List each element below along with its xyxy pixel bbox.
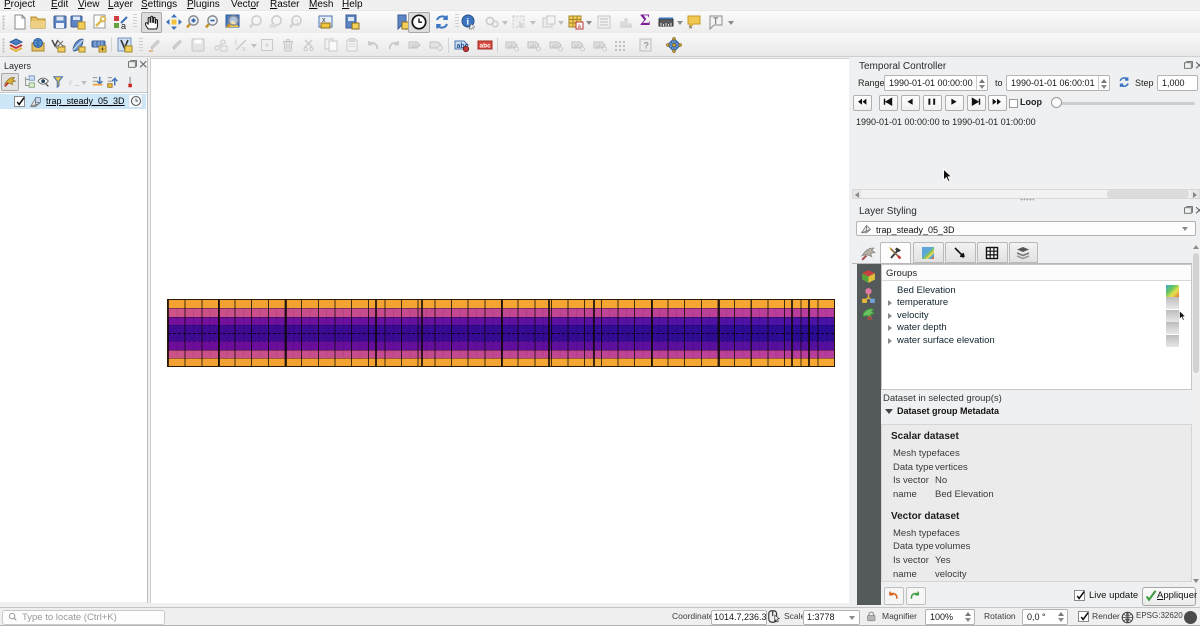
svg-text:abc: abc bbox=[480, 43, 492, 50]
svg-text:x: x bbox=[322, 17, 326, 24]
svg-text:ab: ab bbox=[574, 44, 581, 50]
svg-text:T: T bbox=[713, 16, 719, 26]
svg-text:ab: ab bbox=[530, 44, 537, 50]
svg-text:?: ? bbox=[644, 41, 650, 51]
svg-text:o: o bbox=[867, 313, 872, 322]
svg-text:ab: ab bbox=[552, 44, 559, 50]
svg-text:ab: ab bbox=[411, 44, 418, 50]
svg-text:x: x bbox=[242, 46, 246, 53]
svg-text:a: a bbox=[121, 21, 126, 30]
svg-text:ab: ab bbox=[508, 44, 515, 50]
svg-text:ab: ab bbox=[596, 44, 603, 50]
svg-text:ε: ε bbox=[69, 77, 73, 87]
svg-text:1:1: 1:1 bbox=[291, 20, 300, 26]
svg-text:f: f bbox=[235, 40, 237, 47]
